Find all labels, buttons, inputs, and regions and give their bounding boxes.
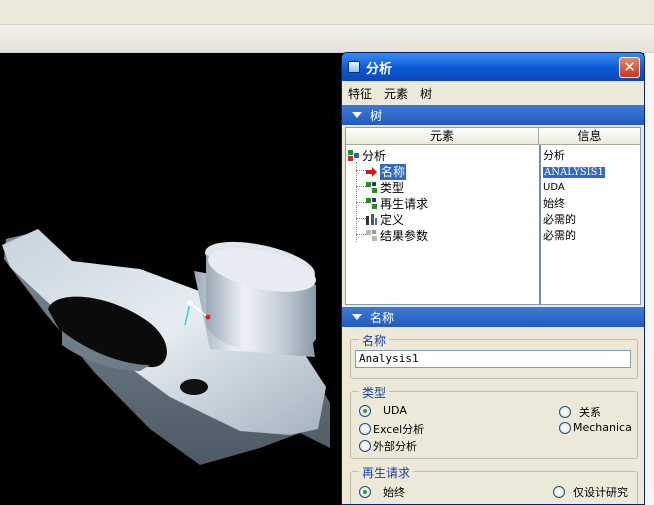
radio-external[interactable]: 外部分析 xyxy=(359,438,417,454)
tree-item-label: 再生请求 xyxy=(380,197,429,211)
radio-label: 始终 xyxy=(383,486,405,499)
radio-relation[interactable]: 关系 xyxy=(559,404,601,420)
tree-section-title: 树 xyxy=(370,108,383,123)
type-group: 类型 UDA Excel分析 外部分析 关系 Mechanica xyxy=(350,384,638,459)
radio-on-icon xyxy=(359,486,371,498)
tree-item-label: 名称 xyxy=(380,164,407,180)
radio-label: 仅设计研究 xyxy=(573,486,628,499)
dialog-titlebar: 分析 xyxy=(342,53,644,81)
column-splitter[interactable] xyxy=(539,145,541,305)
column-header-element[interactable]: 元素 xyxy=(346,128,539,145)
menu-tree[interactable]: 树 xyxy=(420,85,432,102)
collapse-triangle-icon xyxy=(352,314,362,320)
tree-info-selected: ANALYSIS1 xyxy=(543,167,605,178)
radio-label: Excel分析 xyxy=(373,423,425,436)
analysis-tree-icon xyxy=(348,150,359,161)
window-icon xyxy=(348,61,360,73)
feature-icon xyxy=(366,182,377,193)
menu-feature[interactable]: 特征 xyxy=(348,85,372,102)
tree-row[interactable]: 定义 xyxy=(366,212,404,228)
radio-design-study[interactable]: 仅设计研究 xyxy=(553,484,628,500)
name-group: 名称 Analysis1 xyxy=(350,332,638,379)
tree-info-cell: 分析 xyxy=(543,149,565,162)
radio-label: UDA xyxy=(383,404,407,417)
collapse-triangle-icon xyxy=(352,112,362,118)
tree-info-cell: UDA xyxy=(543,182,565,193)
radio-off-icon xyxy=(553,486,565,498)
tree-row[interactable]: 类型 xyxy=(366,180,404,196)
tree-row[interactable]: 结果参数 xyxy=(366,228,428,244)
name-section-header[interactable]: 名称 xyxy=(342,307,644,327)
toolbar-row xyxy=(0,24,654,52)
radio-mechanica[interactable]: Mechanica xyxy=(559,421,632,434)
tree-item-label: 分析 xyxy=(362,149,387,163)
regen-group: 再生请求 始终 仅设计研究 xyxy=(350,464,638,504)
tree-row[interactable]: 分析 xyxy=(348,148,386,164)
element-tree-table: 元素 信息 分析 名称 类型 再生请求 定义 结果参数 分析 ANALYSIS1… xyxy=(345,127,641,305)
tree-info-cell: ANALYSIS1 xyxy=(543,164,605,180)
type-group-label: 类型 xyxy=(359,384,390,401)
radio-excel[interactable]: Excel分析 xyxy=(359,421,424,437)
radio-off-icon xyxy=(359,423,371,435)
analysis-dialog: 分析 ✕ 特征 元素 树 树 元素 信息 分析 名称 类型 再生请求 定义 结果… xyxy=(341,52,645,505)
tree-row[interactable]: 名称 xyxy=(366,164,407,180)
tree-item-label: 类型 xyxy=(380,181,405,195)
name-section-title: 名称 xyxy=(370,310,395,325)
radio-always[interactable]: 始终 xyxy=(359,484,405,500)
radio-label: 外部分析 xyxy=(373,440,417,453)
name-field[interactable]: Analysis1 xyxy=(355,350,631,368)
radio-uda[interactable]: UDA xyxy=(359,404,407,417)
radio-off-icon xyxy=(559,421,571,434)
tree-section-header[interactable]: 树 xyxy=(342,105,644,125)
regen-group-label: 再生请求 xyxy=(359,464,414,481)
result-params-icon xyxy=(366,230,377,241)
column-header-info[interactable]: 信息 xyxy=(539,128,640,145)
name-group-label: 名称 xyxy=(359,332,390,349)
feature-icon xyxy=(366,198,377,209)
application-toolbar xyxy=(0,0,654,52)
tree-info-cell: 必需的 xyxy=(543,229,576,242)
tree-item-label: 结果参数 xyxy=(380,229,429,243)
radio-off-icon xyxy=(559,406,571,418)
radio-label: 关系 xyxy=(579,406,601,419)
radio-label: Mechanica xyxy=(573,421,632,434)
parameter-icon xyxy=(366,214,377,225)
tree-item-label: 定义 xyxy=(380,213,405,227)
dialog-title: 分析 xyxy=(366,61,393,77)
tree-row[interactable]: 再生请求 xyxy=(366,196,428,212)
red-arrow-icon xyxy=(366,167,377,177)
menu-element[interactable]: 元素 xyxy=(384,85,408,102)
side-panel-edge xyxy=(644,53,654,505)
tree-info-cell: 始终 xyxy=(543,197,565,210)
tree-panel: 元素 信息 分析 名称 类型 再生请求 定义 结果参数 分析 ANALYSIS1… xyxy=(342,125,644,307)
close-icon[interactable]: ✕ xyxy=(619,57,640,78)
radio-off-icon xyxy=(359,440,371,452)
radio-on-icon xyxy=(359,404,371,417)
properties-area: 名称 Analysis1 类型 UDA Excel分析 外部分析 关系 Mech… xyxy=(342,327,644,504)
tree-info-cell: 必需的 xyxy=(543,213,576,226)
dialog-menubar: 特征 元素 树 xyxy=(342,81,644,105)
